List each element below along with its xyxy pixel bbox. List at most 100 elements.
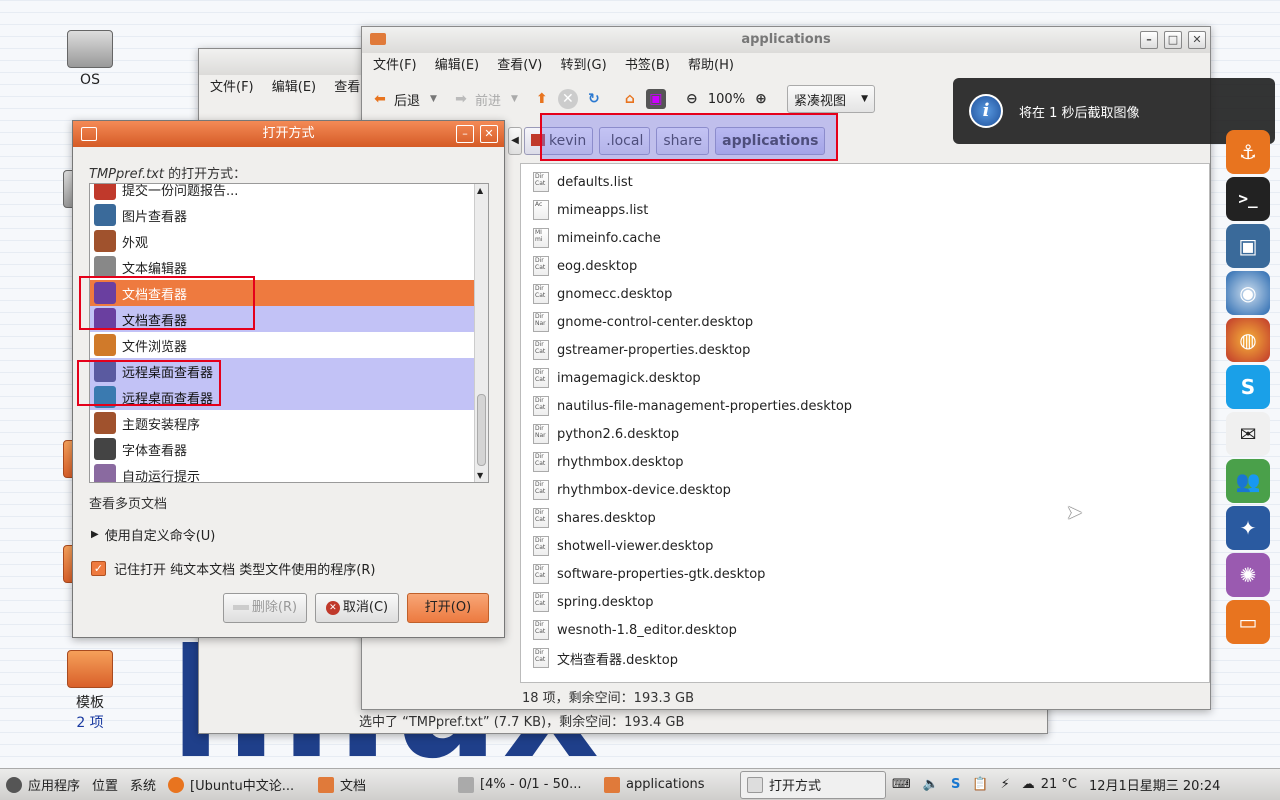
delete-button[interactable]: 删除(R) [223,593,307,623]
anchor-icon[interactable]: ⚓ [1226,130,1270,174]
menu-file[interactable]: 文件(F) [366,53,424,79]
settings-icon[interactable]: ✺ [1226,553,1270,597]
system-menu[interactable]: 系统 [124,771,162,799]
menu-file[interactable]: 文件(F) [203,75,261,101]
view-mode-select[interactable]: 紧凑视图 ▼ [787,85,876,113]
applications-menu[interactable]: 应用程序 [0,771,86,799]
firefox-icon [168,776,185,793]
file-item[interactable]: Dir Cat shotwell-viewer.desktop [521,532,1209,560]
task-download[interactable]: [4% - 0/1 - 50... [452,771,598,799]
file-icon: Dir Cat [533,284,549,304]
file-item[interactable]: Dir Cat gnomecc.desktop [521,280,1209,308]
forward-arrow-icon: ➡ [455,91,467,107]
file-item[interactable]: Dir Cat rhythmbox.desktop [521,448,1209,476]
dialog-titlebar[interactable]: 打开方式 – ✕ [73,121,504,147]
volume-icon[interactable]: 🔈 [917,771,945,799]
chromium-icon[interactable]: ◉ [1226,271,1270,315]
open-with-dialog[interactable]: 打开方式 – ✕ TMPpref.txt 的打开方式： 提交一份问题报告... 图… [72,120,505,638]
clock[interactable]: 12月1日星期三 20:24 [1083,771,1226,799]
file-item[interactable]: Dir Cat shares.desktop [521,504,1209,532]
home-icon[interactable]: ⌂ [620,89,640,109]
app-description: 查看多页文档 [89,497,168,512]
desktop-icon-os[interactable]: OS [60,30,120,88]
app-list-item[interactable]: 自动运行提示 [90,462,476,482]
weather-icon: ☁ [1021,777,1035,792]
apps-window-titlebar[interactable]: applications – □ ✕ [362,27,1210,53]
path-scroll-left-button[interactable]: ◀ [508,127,522,155]
skype-icon[interactable]: S [1226,365,1270,409]
task-firefox[interactable]: [Ubuntu中文论... [162,771,312,799]
scroll-down-arrow[interactable]: ▼ [477,471,483,480]
plug-icon[interactable]: ⚡ [995,771,1016,799]
file-item[interactable]: Dir Cat wesnoth-1.8_editor.desktop [521,616,1209,644]
file-item[interactable]: Dir Cat defaults.list [521,168,1209,196]
network-icon[interactable]: S [945,771,966,799]
app-list-item[interactable]: 文件浏览器 [90,332,476,358]
places-menu[interactable]: 位置 [86,771,124,799]
file-icon: Dir Cat [533,648,549,668]
checkbox-checked-icon[interactable]: ✓ [91,561,106,576]
file-item[interactable]: Dir Nar python2.6.desktop [521,420,1209,448]
scrollbar-thumb[interactable] [477,394,486,466]
menu-edit[interactable]: 编辑(E) [265,75,323,101]
weather[interactable]: ☁ 21 °C [1016,771,1083,799]
minimize-button[interactable]: – [1140,31,1158,49]
back-button[interactable]: ⬅ 后退 ▼ [370,89,437,109]
file-item[interactable]: Dir Cat spring.desktop [521,588,1209,616]
custom-command-expander[interactable]: ▶ 使用自定义命令(U) [91,525,215,544]
contacts-icon[interactable]: 👥 [1226,459,1270,503]
up-arrow-icon[interactable]: ⬆ [532,89,552,109]
file-item[interactable]: Dir Cat nautilus-file-management-properti… [521,392,1209,420]
task-documents[interactable]: 文档 [312,771,452,799]
file-item[interactable]: Dir Cat software-properties-gtk.desktop [521,560,1209,588]
desktop-icon-templates[interactable]: 模板 2 项 [60,650,120,732]
remember-checkbox-row[interactable]: ✓ 记住打开 纯文本文档 类型文件使用的程序(R) [91,559,375,578]
forward-button[interactable]: ➡ 前进 ▼ [451,89,518,109]
minimize-button[interactable]: – [456,125,474,143]
terminal-icon[interactable]: >_ [1226,177,1270,221]
computer-icon[interactable]: ▣ [645,89,666,109]
dropdown-icon[interactable]: ▼ [430,94,437,104]
app-list-item[interactable]: 外观 [90,228,476,254]
zoom-level[interactable]: 100% [708,92,745,107]
clipboard-icon[interactable]: 📋 [966,771,994,799]
file-item[interactable]: Dir Cat eog.desktop [521,252,1209,280]
menu-edit[interactable]: 编辑(E) [428,53,486,79]
task-open-with[interactable]: 打开方式 [740,770,887,799]
folder-icon[interactable]: ▭ [1226,600,1270,644]
reload-icon[interactable]: ↻ [584,89,604,109]
thunderbird-icon[interactable]: ✦ [1226,506,1270,550]
virtualbox-icon[interactable]: ▣ [1226,224,1270,268]
maximize-button[interactable]: □ [1164,31,1182,49]
list-scrollbar[interactable]: ▲ ▼ [474,184,488,482]
file-icon: Dir Cat [533,368,549,388]
file-item[interactable]: Dir Cat imagemagick.desktop [521,364,1209,392]
keyboard-icon[interactable]: ⌨ [886,771,917,799]
scroll-up-arrow[interactable]: ▲ [477,186,483,195]
file-item[interactable]: Ac mimeapps.list [521,196,1209,224]
app-list-item[interactable]: 主题安装程序 [90,410,476,436]
zoom-in-icon[interactable]: ⊕ [751,89,771,109]
app-list-item[interactable]: 字体查看器 [90,436,476,462]
file-item[interactable]: Dir Cat rhythmbox-device.desktop [521,476,1209,504]
qq-mail-icon[interactable]: ✉ [1226,412,1270,456]
menu-go[interactable]: 转到(G) [553,53,613,79]
close-button[interactable]: ✕ [480,125,498,143]
zoom-out-icon[interactable]: ⊖ [682,89,702,109]
file-item[interactable]: MI mi mimeinfo.cache [521,224,1209,252]
menu-help[interactable]: 帮助(H) [681,53,741,79]
app-list-item[interactable]: 提交一份问题报告... [90,184,476,202]
task-applications[interactable]: applications [598,771,740,799]
file-item[interactable]: Dir Nar gnome-control-center.desktop [521,308,1209,336]
file-item[interactable]: Dir Cat gstreamer-properties.desktop [521,336,1209,364]
menu-view[interactable]: 查看(V) [490,53,549,79]
app-list-item[interactable]: 图片查看器 [90,202,476,228]
file-item[interactable]: Dir Cat 文档查看器.desktop [521,644,1209,672]
open-button[interactable]: 打开(O) [407,593,489,623]
dropdown-icon[interactable]: ▼ [511,94,518,104]
firefox-icon[interactable]: ◍ [1226,318,1270,362]
cancel-button[interactable]: ✕ 取消(C) [315,593,399,623]
menu-bookmarks[interactable]: 书签(B) [618,53,677,79]
stop-icon[interactable]: ✕ [557,89,578,109]
close-button[interactable]: ✕ [1188,31,1206,49]
